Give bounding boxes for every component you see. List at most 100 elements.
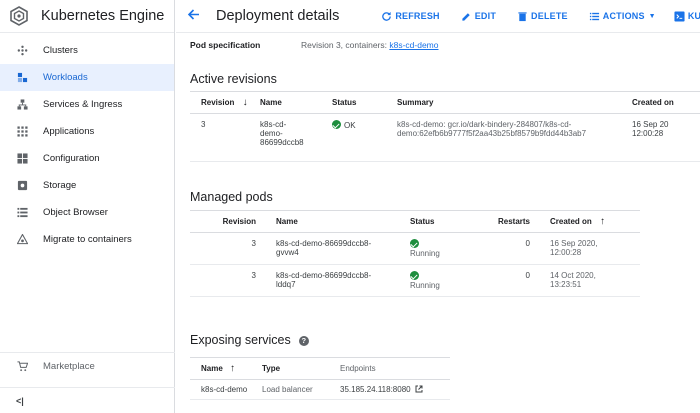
restarts-cell: 0 (480, 232, 550, 265)
open-in-new-icon (415, 385, 423, 395)
column-header-endpoints: Endpoints (340, 357, 450, 380)
column-header-created-on[interactable]: Created on (632, 91, 700, 114)
sidebar-item-label: Workloads (43, 72, 88, 83)
trash-icon (518, 11, 527, 21)
chevron-down-icon: ▼ (648, 12, 656, 20)
pod-spec-value: Revision 3, containers: k8s-cd-demo (301, 40, 439, 50)
pod-name-cell[interactable]: k8s-cd-demo-86699dccb8- lddq7 (260, 264, 410, 297)
table-row: 3 k8s-cd-demo-86699dccb8- gvvw4 Running … (190, 232, 640, 265)
revision-cell: 3 (190, 264, 260, 297)
actions-menu-button[interactable]: ACTIONS ▼ (589, 11, 656, 22)
table-header: Name ↑ Type Endpoints (190, 357, 450, 380)
sidebar-item-configuration[interactable]: Configuration (0, 145, 174, 172)
column-header-name[interactable]: Name (260, 91, 332, 114)
sidebar-item-label: Services & Ingress (43, 99, 123, 110)
column-header-status[interactable]: Status (410, 210, 480, 233)
status-cell: Running (410, 232, 480, 265)
column-header-summary[interactable]: Summary (397, 91, 632, 114)
sidebar-item-clusters[interactable]: Clusters (0, 37, 174, 64)
endpoint-cell[interactable]: 35.185.24.118:8080 (340, 379, 450, 400)
container-link[interactable]: k8s-cd-demo (389, 40, 438, 50)
arrow-up-icon: ↑ (230, 363, 236, 374)
column-header-status[interactable]: Status (332, 91, 397, 114)
table-header: Revision Name Status Restarts Created on… (190, 210, 640, 233)
sidebar-item-services-ingress[interactable]: Services & Ingress (0, 91, 174, 118)
status-cell: Running (410, 264, 480, 297)
column-header-type[interactable]: Type (262, 357, 340, 380)
created-cell: 16 Sep 2020, 12:00:28 (550, 232, 640, 265)
table-header: Revision ↓ Name Status Summary Created o… (190, 91, 700, 114)
exposing-services-title: Exposing services? (190, 333, 309, 347)
marketplace-label: Marketplace (43, 361, 95, 372)
sidebar-item-marketplace[interactable]: Marketplace (0, 352, 175, 380)
sidebar-item-workloads[interactable]: Workloads (0, 64, 174, 91)
sidebar-item-migrate-to-containers[interactable]: Migrate to containers (0, 226, 174, 253)
actions-label: ACTIONS (602, 11, 645, 21)
brand: Kubernetes Engine (0, 0, 174, 33)
exposing-services-table: Name ↑ Type Endpoints k8s-cd-demo Load b… (190, 357, 450, 400)
product-title: Kubernetes Engine (41, 8, 165, 24)
configuration-icon (16, 153, 28, 165)
service-name-cell[interactable]: k8s-cd-demo (190, 379, 262, 400)
check-circle-icon (410, 239, 419, 248)
column-header-name[interactable]: Name ↑ (190, 357, 262, 380)
app-window: Kubernetes Engine Clusters Workloads Ser… (0, 0, 700, 413)
applications-icon (16, 126, 28, 138)
delete-button[interactable]: DELETE (517, 11, 568, 22)
workloads-icon (16, 72, 28, 84)
kubernetes-engine-logo-icon (9, 6, 29, 26)
name-cell: k8s-cd- demo- 86699dccb8 (260, 113, 332, 162)
refresh-button[interactable]: REFRESH (381, 11, 440, 22)
sidebar-item-object-browser[interactable]: Object Browser (0, 199, 174, 226)
table-row: 3 k8s-cd-demo-86699dccb8- lddq7 Running … (190, 264, 640, 297)
column-header-revision[interactable]: Revision (190, 210, 260, 233)
edit-label: EDIT (474, 11, 497, 21)
kubectl-label: KUBECTL (687, 11, 700, 21)
collapse-icon: <| (16, 395, 24, 406)
collapse-sidebar-button[interactable]: <| (0, 387, 175, 413)
cart-icon (16, 361, 28, 373)
check-circle-icon (410, 271, 419, 280)
managed-pods-title: Managed pods (190, 190, 273, 204)
pod-name-cell[interactable]: k8s-cd-demo-86699dccb8- gvvw4 (260, 232, 410, 265)
main-content: Pod specification Revision 3, containers… (176, 34, 700, 413)
column-header-restarts[interactable]: Restarts (480, 210, 550, 233)
kubectl-button[interactable]: KUBECTL (674, 10, 700, 22)
list-icon (589, 12, 599, 20)
clusters-icon (16, 45, 28, 57)
storage-icon (16, 180, 28, 192)
migrate-icon (16, 234, 28, 246)
sidebar: Kubernetes Engine Clusters Workloads Ser… (0, 0, 175, 413)
column-header-created-on[interactable]: Created on ↑ (550, 210, 640, 233)
restarts-cell: 0 (480, 264, 550, 297)
created-cell: 14 Oct 2020, 13:23:51 (550, 264, 640, 297)
sidebar-nav: Clusters Workloads Services & Ingress Ap… (0, 37, 174, 253)
column-header-name[interactable]: Name (260, 210, 410, 233)
column-header-revision[interactable]: Revision ↓ (190, 91, 260, 114)
active-revisions-title: Active revisions (190, 72, 277, 86)
delete-label: DELETE (531, 11, 568, 21)
created-cell: 16 Sep 20 12:00:28 (632, 113, 700, 162)
check-circle-icon (332, 120, 341, 129)
sidebar-item-storage[interactable]: Storage (0, 172, 174, 199)
sidebar-item-label: Object Browser (43, 207, 108, 218)
pencil-icon (462, 12, 470, 21)
summary-cell: k8s-cd-demo: gcr.io/dark-bindery-284807/… (397, 113, 632, 162)
sidebar-item-label: Storage (43, 180, 77, 191)
service-type-cell: Load balancer (262, 379, 340, 400)
sidebar-item-label: Applications (43, 126, 95, 137)
sidebar-item-label: Configuration (43, 153, 100, 164)
refresh-label: REFRESH (395, 11, 440, 21)
edit-button[interactable]: EDIT (461, 11, 496, 22)
active-revisions-table: Revision ↓ Name Status Summary Created o… (190, 91, 700, 162)
header-toolbar: Deployment details REFRESH EDIT DELETE A… (176, 0, 700, 33)
back-arrow-icon[interactable] (187, 8, 200, 24)
page-title: Deployment details (216, 8, 340, 24)
sidebar-item-label: Clusters (43, 45, 78, 56)
sidebar-item-applications[interactable]: Applications (0, 118, 174, 145)
revision-cell: 3 (190, 232, 260, 265)
pod-specification: Pod specification Revision 3, containers… (190, 40, 439, 50)
help-icon[interactable]: ? (298, 335, 309, 346)
arrow-down-icon: ↓ (242, 97, 248, 108)
pod-spec-text: Revision 3, containers: (301, 40, 390, 50)
